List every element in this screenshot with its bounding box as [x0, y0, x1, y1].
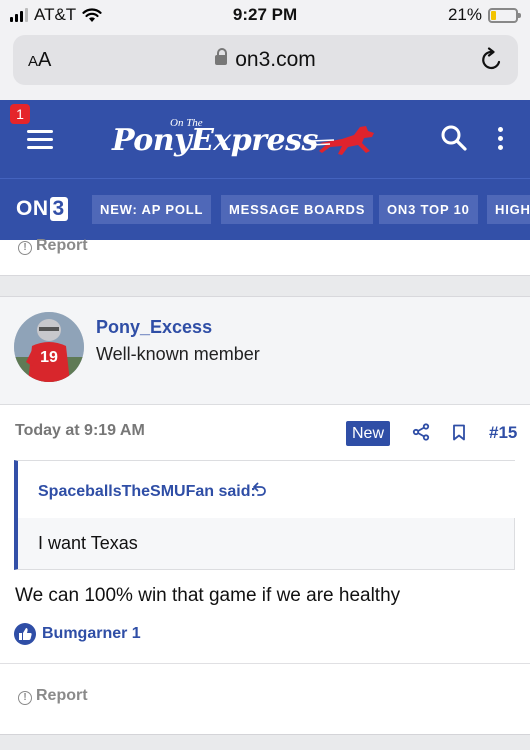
next-post-edge	[0, 734, 530, 750]
report-link[interactable]: ! Report	[18, 687, 88, 705]
search-icon[interactable]	[440, 124, 468, 152]
forum-post: 19 Pony_Excess Well-known member Today a…	[0, 296, 530, 734]
user-title: Well-known member	[96, 344, 260, 364]
share-icon[interactable]	[412, 423, 430, 441]
quote-text: I want Texas	[38, 533, 138, 553]
status-right: 21%	[447, 5, 521, 25]
url-field[interactable]: on3.com	[13, 48, 518, 72]
battery-icon	[488, 7, 521, 23]
like-icon	[14, 623, 36, 645]
reaction-users: Bumgarner 1	[42, 625, 141, 642]
menu-icon[interactable]	[27, 130, 53, 150]
post-meta: Today at 9:19 AM New #15	[0, 405, 530, 457]
post-username[interactable]: Pony_Excess	[96, 317, 212, 338]
reload-icon[interactable]	[480, 47, 504, 73]
post-date[interactable]: Today at 9:19 AM	[15, 422, 145, 440]
post-footer-divider	[0, 663, 530, 664]
bookmark-icon[interactable]	[452, 424, 466, 441]
reaction-summary[interactable]: Bumgarner 1	[14, 623, 141, 645]
nav-item-on3-top-10[interactable]: ON3 TOP 10	[379, 195, 478, 224]
nav-item-high[interactable]: HIGH	[487, 195, 530, 224]
nav-item-message-boards[interactable]: MESSAGE BOARDS	[221, 195, 374, 224]
logo-main-text: PonyExpress	[112, 123, 318, 158]
post-number-link[interactable]: #15	[489, 423, 517, 443]
avatar[interactable]: 19	[14, 312, 84, 382]
post-user-header: 19 Pony_Excess Well-known member	[0, 297, 530, 405]
url-text: on3.com	[235, 48, 316, 71]
report-link-previous[interactable]: ! Report	[18, 237, 88, 255]
report-label: Report	[36, 687, 88, 704]
report-icon: !	[18, 241, 32, 255]
jump-to-quote-icon[interactable]	[251, 481, 267, 497]
horse-rider-icon	[312, 126, 374, 155]
browser-toolbar: AA on3.com	[0, 30, 530, 100]
on3-brand-logo[interactable]: ON 3	[16, 197, 68, 221]
more-vertical-icon[interactable]	[498, 127, 504, 151]
avatar-image: 19	[14, 312, 84, 382]
quote-header: SpaceballsTheSMUFan said:	[18, 461, 515, 518]
notification-badge[interactable]: 1	[10, 104, 30, 124]
status-bar: AT&T 9:27 PM 21%	[0, 0, 530, 30]
lock-icon	[215, 48, 228, 65]
report-label: Report	[36, 237, 88, 254]
site-logo[interactable]: On The PonyExpress	[112, 115, 392, 165]
previous-post-footer: ! Report	[0, 237, 530, 276]
quote-author-link[interactable]: SpaceballsTheSMUFan said:	[38, 483, 256, 501]
site-header: 1 On The PonyExpress	[0, 100, 530, 178]
battery-percent: 21%	[447, 5, 482, 24]
avatar-jersey-number: 19	[40, 349, 58, 366]
on3-brand-number: 3	[49, 197, 68, 221]
nav-item-ap-poll[interactable]: NEW: AP POLL	[92, 195, 212, 224]
battery-fill	[491, 10, 496, 20]
report-icon: !	[18, 691, 32, 705]
on3-brand-text: ON	[16, 197, 49, 220]
quote-block: SpaceballsTheSMUFan said: I want Texas	[14, 460, 515, 570]
new-badge: New	[346, 421, 391, 446]
address-bar[interactable]: AA on3.com	[13, 35, 518, 85]
nav-strip: ON 3 NEW: AP POLL MESSAGE BOARDS ON3 TOP …	[0, 178, 530, 240]
post-body: We can 100% win that game if we are heal…	[15, 585, 401, 606]
